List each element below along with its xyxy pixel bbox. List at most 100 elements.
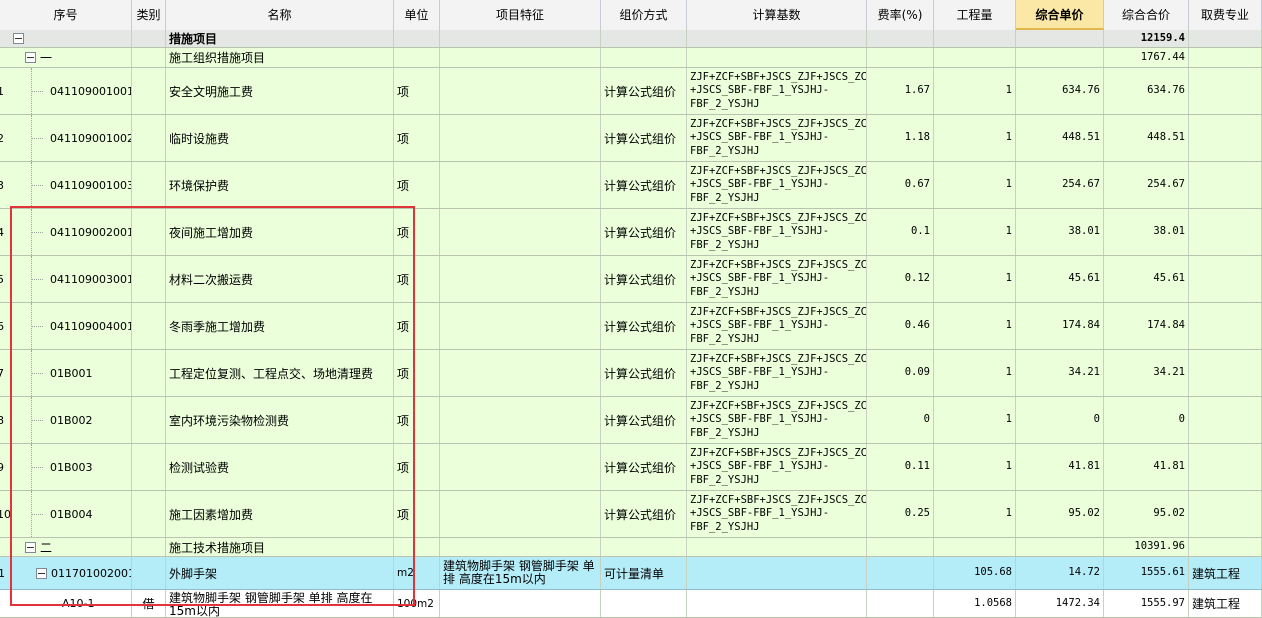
cell-unit-price[interactable]: 14.72 <box>1016 557 1104 589</box>
cell-rate[interactable]: 0.1 <box>867 209 934 255</box>
table-row[interactable]: 1 041109001001 安全文明施工费 项 计算公式组价 ZJF+ZCF+SBF+J… <box>0 68 1262 115</box>
cell-qty[interactable]: 1 <box>934 444 1016 490</box>
cell-name[interactable]: 建筑物脚手架 钢管脚手架 单排 高度在15m以内 <box>166 590 394 617</box>
cell-qty[interactable] <box>934 538 1016 556</box>
header-col-qty[interactable]: 工程量 <box>934 0 1016 30</box>
cell-category[interactable] <box>132 30 166 47</box>
cell-index[interactable]: 二 <box>0 538 132 556</box>
cell-unit[interactable]: 项 <box>394 444 440 490</box>
cell-index[interactable]: A10-1 <box>0 590 132 617</box>
cell-base[interactable]: ZJF+ZCF+SBF+JSCS_ZJF+JSCS_ZCF +JSCS_SBF-F… <box>687 256 867 302</box>
cell-method[interactable]: 可计量清单 <box>601 557 687 589</box>
cell-name[interactable]: 施工因素增加费 <box>166 491 394 537</box>
header-col-method[interactable]: 组价方式 <box>601 0 687 30</box>
cell-fee-type[interactable]: 建筑工程 <box>1189 590 1262 617</box>
cell-category[interactable] <box>132 303 166 349</box>
cell-name[interactable]: 环境保护费 <box>166 162 394 208</box>
cell-index[interactable]: 6 041109004001 <box>0 303 132 349</box>
cell-fee-type[interactable] <box>1189 115 1262 161</box>
cell-name[interactable]: 冬雨季施工增加费 <box>166 303 394 349</box>
cell-total[interactable]: 254.67 <box>1104 162 1189 208</box>
cell-feature[interactable] <box>440 491 601 537</box>
cell-fee-type[interactable] <box>1189 256 1262 302</box>
cell-base[interactable] <box>687 48 867 67</box>
cell-name[interactable]: 室内环境污染物检测费 <box>166 397 394 443</box>
cell-unit-price[interactable]: 45.61 <box>1016 256 1104 302</box>
cell-feature[interactable] <box>440 209 601 255</box>
cell-unit[interactable]: 项 <box>394 350 440 396</box>
cell-feature[interactable] <box>440 162 601 208</box>
header-col-rate[interactable]: 费率(%) <box>867 0 934 30</box>
cell-unit[interactable]: m2 <box>394 557 440 589</box>
cell-fee-type[interactable] <box>1189 397 1262 443</box>
cell-name[interactable]: 材料二次搬运费 <box>166 256 394 302</box>
cell-total[interactable]: 10391.96 <box>1104 538 1189 556</box>
cell-total[interactable]: 41.81 <box>1104 444 1189 490</box>
table-row[interactable]: 5 041109003001 材料二次搬运费 项 计算公式组价 ZJF+ZCF+SBF+J… <box>0 256 1262 303</box>
cell-rate[interactable] <box>867 48 934 67</box>
cell-feature[interactable] <box>440 303 601 349</box>
table-row[interactable]: 措施项目 12159.4 <box>0 30 1262 48</box>
cell-feature[interactable] <box>440 397 601 443</box>
cell-method[interactable]: 计算公式组价 <box>601 444 687 490</box>
cell-rate[interactable] <box>867 557 934 589</box>
cell-total[interactable]: 38.01 <box>1104 209 1189 255</box>
cell-rate[interactable]: 1.18 <box>867 115 934 161</box>
cell-category[interactable] <box>132 538 166 556</box>
cell-qty[interactable]: 1 <box>934 115 1016 161</box>
cell-method[interactable] <box>601 48 687 67</box>
cell-index[interactable]: 5 041109003001 <box>0 256 132 302</box>
cell-feature[interactable]: 建筑物脚手架 钢管脚手架 单排 高度在15m以内 <box>440 557 601 589</box>
header-col-feature[interactable]: 项目特征 <box>440 0 601 30</box>
cell-category[interactable]: 借 <box>132 590 166 617</box>
cell-feature[interactable] <box>440 115 601 161</box>
cell-total[interactable]: 1555.61 <box>1104 557 1189 589</box>
cell-name[interactable]: 措施项目 <box>166 30 394 47</box>
cell-qty[interactable]: 1 <box>934 209 1016 255</box>
cell-fee-type[interactable] <box>1189 491 1262 537</box>
table-row[interactable]: 9 01B003 检测试验费 项 计算公式组价 ZJF+ZCF+SBF+JSCS_ZJF+… <box>0 444 1262 491</box>
cell-fee-type[interactable] <box>1189 538 1262 556</box>
cell-qty[interactable] <box>934 30 1016 47</box>
cell-unit[interactable]: 项 <box>394 209 440 255</box>
cell-feature[interactable] <box>440 350 601 396</box>
cell-unit-price[interactable]: 0 <box>1016 397 1104 443</box>
header-col-total[interactable]: 综合合价 <box>1104 0 1189 30</box>
cell-unit-price[interactable]: 38.01 <box>1016 209 1104 255</box>
cell-total[interactable]: 34.21 <box>1104 350 1189 396</box>
cell-total[interactable]: 1767.44 <box>1104 48 1189 67</box>
cell-base[interactable] <box>687 30 867 47</box>
cell-qty[interactable]: 1.0568 <box>934 590 1016 617</box>
cell-qty[interactable]: 1 <box>934 303 1016 349</box>
cell-name[interactable]: 检测试验费 <box>166 444 394 490</box>
cell-rate[interactable]: 0.09 <box>867 350 934 396</box>
cell-rate[interactable]: 0.11 <box>867 444 934 490</box>
cell-fee-type[interactable] <box>1189 303 1262 349</box>
cell-unit-price[interactable]: 254.67 <box>1016 162 1104 208</box>
header-col-unit-price[interactable]: 综合单价 <box>1016 0 1104 30</box>
cell-unit-price[interactable]: 1472.34 <box>1016 590 1104 617</box>
table-row[interactable]: 6 041109004001 冬雨季施工增加费 项 计算公式组价 ZJF+ZCF+SBF+… <box>0 303 1262 350</box>
cell-category[interactable] <box>132 557 166 589</box>
header-col-name[interactable]: 名称 <box>166 0 394 30</box>
cell-unit[interactable]: 项 <box>394 397 440 443</box>
cell-rate[interactable]: 0.67 <box>867 162 934 208</box>
cell-index[interactable]: 10 01B004 <box>0 491 132 537</box>
cell-fee-type[interactable] <box>1189 48 1262 67</box>
table-row[interactable]: 1 011701002001 外脚手架 m2 建筑物脚手架 钢管脚手架 单排 高度在15… <box>0 557 1262 590</box>
cell-name[interactable]: 夜间施工增加费 <box>166 209 394 255</box>
cell-fee-type[interactable] <box>1189 68 1262 114</box>
cell-index[interactable] <box>0 30 132 47</box>
cell-unit[interactable] <box>394 30 440 47</box>
cell-name[interactable]: 外脚手架 <box>166 557 394 589</box>
table-row[interactable]: 4 041109002001 夜间施工增加费 项 计算公式组价 ZJF+ZCF+SBF+J… <box>0 209 1262 256</box>
cell-method[interactable]: 计算公式组价 <box>601 350 687 396</box>
cell-index[interactable]: 1 041109001001 <box>0 68 132 114</box>
cell-rate[interactable]: 0 <box>867 397 934 443</box>
cell-name[interactable]: 施工组织措施项目 <box>166 48 394 67</box>
cell-method[interactable]: 计算公式组价 <box>601 256 687 302</box>
cell-name[interactable]: 临时设施费 <box>166 115 394 161</box>
cell-unit[interactable]: 项 <box>394 491 440 537</box>
cell-base[interactable]: ZJF+ZCF+SBF+JSCS_ZJF+JSCS_ZCF +JSCS_SBF-F… <box>687 350 867 396</box>
cell-index[interactable]: 1 011701002001 <box>0 557 132 589</box>
